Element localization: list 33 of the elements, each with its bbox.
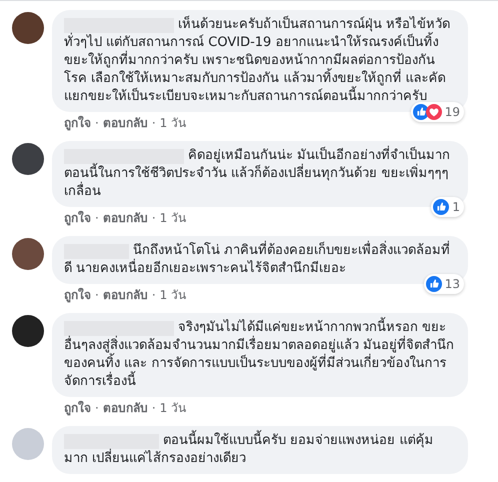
separator-dot: ·: [152, 400, 156, 416]
separator-dot: ·: [152, 115, 156, 131]
action-link[interactable]: ตอบกลับ: [102, 210, 148, 226]
avatar[interactable]: [12, 143, 44, 175]
reaction-badge[interactable]: 19: [410, 102, 464, 122]
action-link[interactable]: ตอบกลับ: [102, 115, 148, 131]
action-link[interactable]: ถูกใจ: [64, 287, 91, 303]
timestamp: 1 วัน: [160, 115, 186, 131]
timestamp: 1 วัน: [160, 287, 186, 303]
separator-dot: ·: [95, 400, 99, 416]
action-link[interactable]: ถูกใจ: [64, 400, 91, 416]
reaction-count: 19: [444, 105, 460, 119]
thumbs-up-icon: [412, 104, 429, 120]
separator-dot: ·: [95, 210, 99, 226]
action-link[interactable]: ตอบกลับ: [102, 400, 148, 416]
reaction-badge[interactable]: 13: [424, 274, 464, 294]
separator-dot: ·: [152, 287, 156, 303]
avatar[interactable]: [12, 238, 44, 270]
reaction-count: 1: [452, 200, 460, 214]
action-link[interactable]: ถูกใจ: [64, 115, 91, 131]
separator-dot: ·: [95, 115, 99, 131]
avatar[interactable]: [12, 315, 44, 347]
reaction-count: 13: [444, 277, 460, 291]
reaction-badge[interactable]: 1: [431, 197, 464, 217]
timestamp: 1 วัน: [160, 210, 186, 226]
thumbs-up-icon: [433, 199, 450, 215]
action-link[interactable]: ตอบกลับ: [102, 287, 148, 303]
separator-dot: ·: [95, 287, 99, 303]
action-link[interactable]: ถูกใจ: [64, 210, 91, 226]
thumbs-up-icon: [426, 276, 442, 292]
avatar[interactable]: [12, 12, 44, 44]
timestamp: 1 วัน: [160, 400, 186, 416]
separator-dot: ·: [152, 210, 156, 226]
